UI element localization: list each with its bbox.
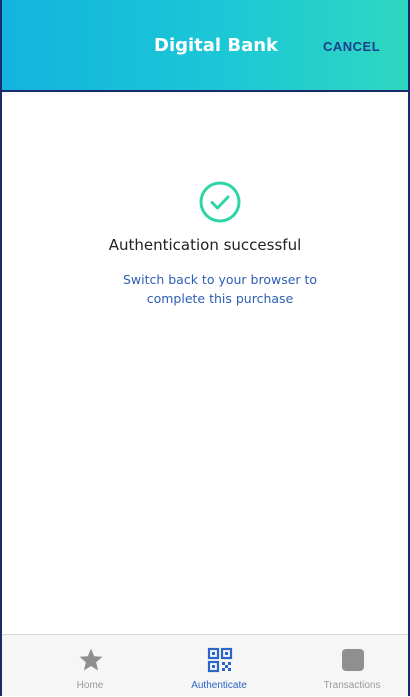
nav-item-authenticate[interactable]: Authenticate [164,635,274,697]
app-header: Digital Bank CANCEL [2,0,408,92]
nav-item-transactions[interactable]: Transactions [297,635,407,697]
rounded-square-icon [340,647,366,673]
cancel-button[interactable]: CANCEL [323,39,380,54]
qr-code-icon [207,647,233,673]
nav-item-home[interactable]: Home [35,635,145,697]
check-circle-icon [196,178,244,226]
app-title: Digital Bank [154,35,279,56]
nav-label-home: Home [76,680,104,691]
star-icon [78,647,104,673]
nav-label-authenticate: Authenticate [191,680,247,691]
app-screen: Digital Bank CANCEL Authentication succe… [0,0,410,696]
success-title: Authentication successful [108,236,302,254]
nav-label-transactions: Transactions [323,680,381,691]
success-subtitle: Switch back to your browser to complete … [122,272,318,306]
bottom-nav: Home Authenticate Transactions [2,634,408,696]
